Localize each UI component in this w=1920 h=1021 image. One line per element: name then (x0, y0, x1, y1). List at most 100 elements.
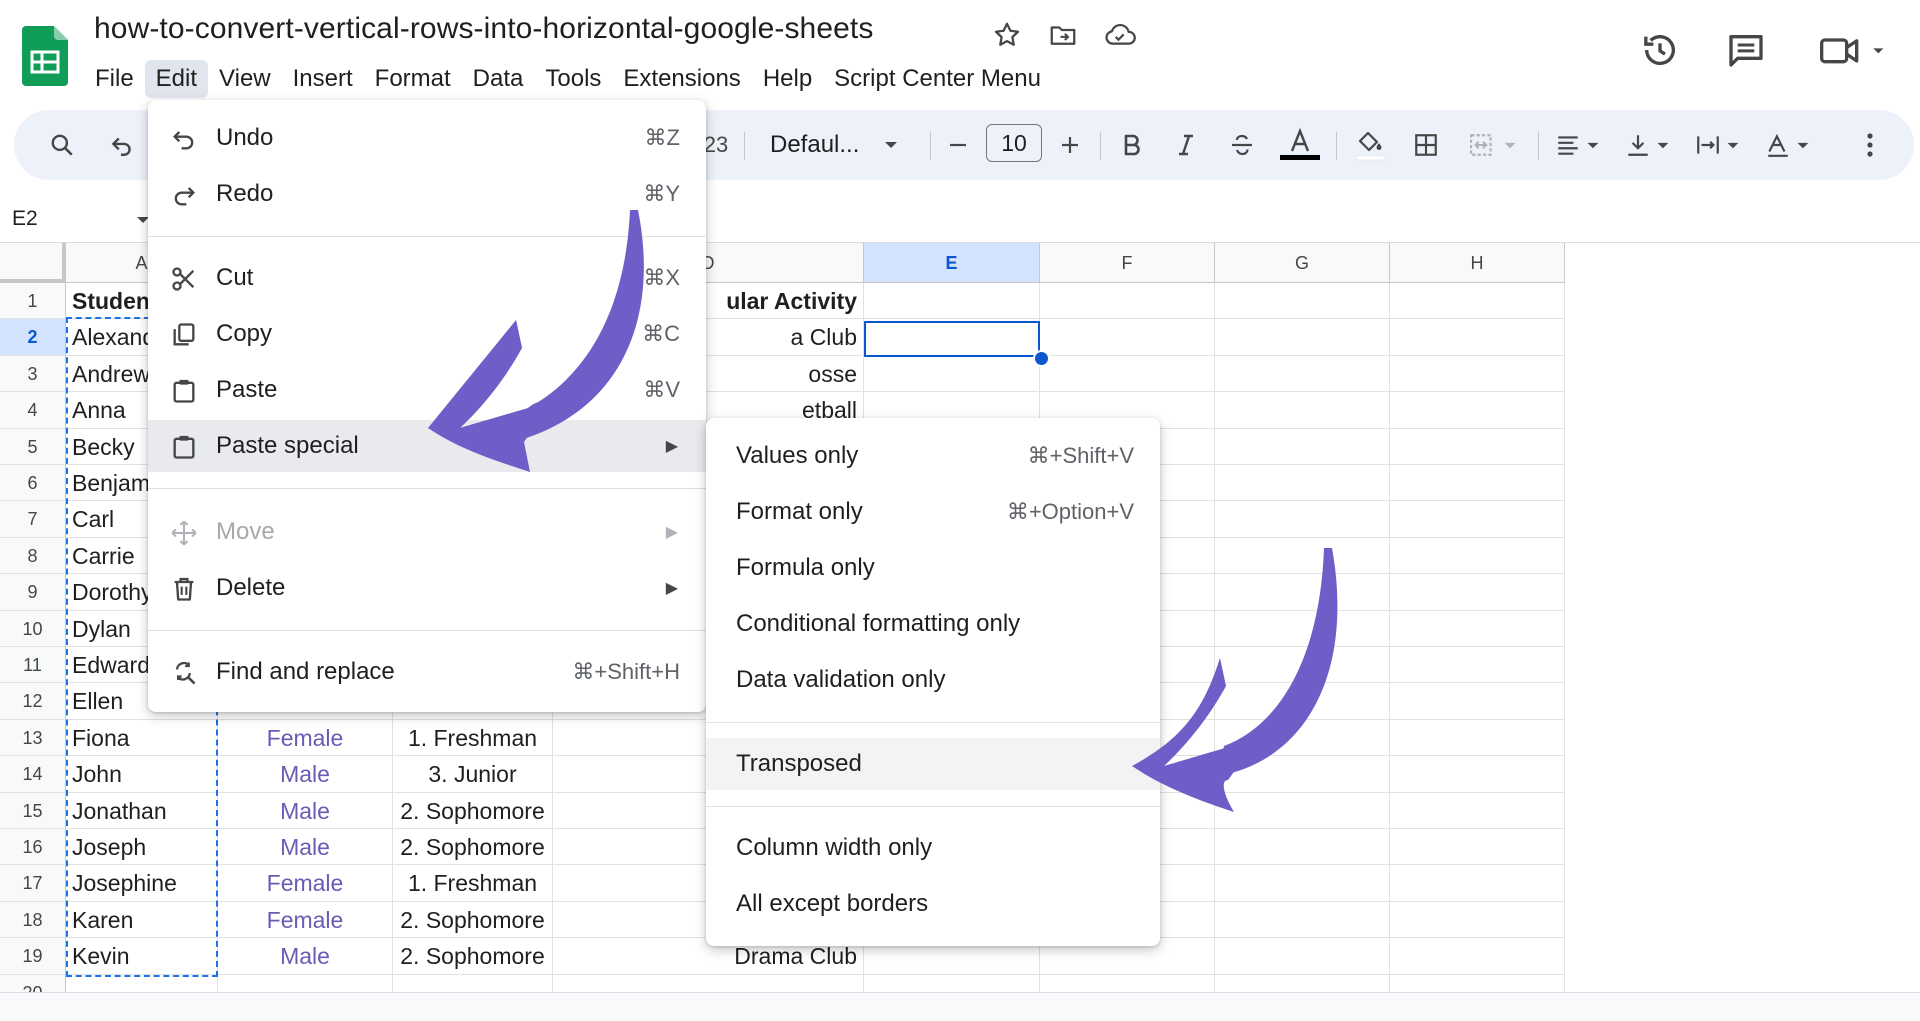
menu-view[interactable]: View (208, 60, 282, 98)
table-cell[interactable]: Female (218, 865, 393, 902)
menu-format[interactable]: Format (364, 60, 462, 98)
text-wrapping-icon[interactable] (1692, 110, 1750, 180)
table-cell[interactable]: Female (218, 901, 393, 939)
paste-data-validation-only[interactable]: Data validation only (706, 654, 1160, 706)
meet-call-icon[interactable] (1818, 30, 1892, 70)
row-header[interactable]: 10 (0, 610, 66, 647)
table-cell[interactable] (864, 974, 1040, 993)
table-cell[interactable] (1215, 865, 1390, 902)
menu-item-delete[interactable]: Delete ▶ (148, 562, 706, 614)
row-header[interactable]: 14 (0, 756, 66, 793)
table-cell[interactable] (1390, 428, 1565, 465)
table-cell[interactable] (1215, 392, 1390, 429)
decrease-font-size-icon[interactable] (942, 110, 974, 180)
table-cell[interactable]: 1. Freshman (393, 719, 553, 757)
table-cell[interactable]: Male (218, 938, 393, 975)
table-cell[interactable] (1215, 574, 1390, 611)
menu-item-paste[interactable]: Paste ⌘V (148, 364, 706, 416)
table-cell[interactable]: Kevin (66, 938, 218, 975)
row-header[interactable]: 13 (0, 719, 66, 757)
text-color-icon[interactable] (1280, 110, 1320, 180)
table-cell[interactable] (1215, 501, 1390, 538)
table-cell[interactable] (553, 974, 864, 993)
table-cell[interactable] (1040, 283, 1215, 320)
table-cell[interactable] (1390, 829, 1565, 866)
row-header[interactable]: 15 (0, 792, 66, 829)
text-rotation-icon[interactable] (1762, 110, 1820, 180)
font-size-input[interactable]: 10 (986, 124, 1042, 162)
borders-icon[interactable] (1408, 110, 1444, 180)
row-header[interactable]: 1 (0, 283, 66, 320)
menu-data[interactable]: Data (462, 60, 535, 98)
table-cell[interactable] (1390, 610, 1565, 647)
table-cell[interactable] (1215, 610, 1390, 647)
table-cell[interactable] (1390, 974, 1565, 993)
font-family-select[interactable]: Defaul... (770, 110, 920, 180)
table-cell[interactable] (1215, 901, 1390, 939)
select-all-corner[interactable] (0, 243, 66, 283)
table-cell[interactable] (1040, 974, 1215, 993)
table-cell[interactable]: 2. Sophomore (393, 792, 553, 829)
table-cell[interactable]: 2. Sophomore (393, 938, 553, 975)
menu-item-redo[interactable]: Redo ⌘Y (148, 168, 706, 220)
menu-item-cut[interactable]: Cut ⌘X (148, 252, 706, 304)
table-cell[interactable] (1390, 355, 1565, 393)
paste-format-only[interactable]: Format only ⌘+Option+V (706, 486, 1160, 538)
table-cell[interactable] (1390, 392, 1565, 429)
row-header[interactable]: 7 (0, 501, 66, 538)
table-cell[interactable] (1390, 537, 1565, 575)
comments-icon[interactable] (1726, 30, 1766, 70)
table-cell[interactable] (1390, 756, 1565, 793)
paste-transposed[interactable]: Transposed (706, 738, 1160, 790)
bold-icon[interactable] (1116, 110, 1148, 180)
column-header-h[interactable]: H (1390, 243, 1565, 283)
table-cell[interactable] (393, 974, 553, 993)
document-title[interactable]: how-to-convert-vertical-rows-into-horizo… (94, 12, 873, 46)
row-header[interactable]: 9 (0, 574, 66, 611)
cloud-saved-icon[interactable] (1104, 20, 1136, 50)
table-cell[interactable] (1390, 938, 1565, 975)
table-cell[interactable] (1390, 719, 1565, 757)
menu-tools[interactable]: Tools (534, 60, 612, 98)
menu-file[interactable]: File (84, 60, 145, 98)
horizontal-align-icon[interactable] (1552, 110, 1610, 180)
menu-insert[interactable]: Insert (282, 60, 364, 98)
column-header-e[interactable]: E (864, 243, 1040, 283)
menu-item-move[interactable]: Move ▶ (148, 506, 706, 558)
move-to-folder-icon[interactable] (1048, 20, 1078, 50)
table-cell[interactable] (1390, 501, 1565, 538)
table-cell[interactable]: Karen (66, 901, 218, 939)
table-cell[interactable] (864, 283, 1040, 320)
menu-item-undo[interactable]: Undo ⌘Z (148, 112, 706, 164)
paste-values-only[interactable]: Values only ⌘+Shift+V (706, 430, 1160, 482)
table-cell[interactable] (1390, 647, 1565, 684)
merge-cells-icon[interactable] (1464, 110, 1528, 180)
table-cell[interactable]: Fiona (66, 719, 218, 757)
row-header[interactable]: 8 (0, 537, 66, 575)
row-header[interactable]: 2 (0, 319, 66, 356)
star-icon[interactable] (992, 20, 1022, 50)
table-cell[interactable] (1215, 319, 1390, 356)
table-cell[interactable] (1390, 319, 1565, 356)
table-cell[interactable] (1390, 865, 1565, 902)
menu-script-center[interactable]: Script Center Menu (823, 60, 1052, 98)
name-box[interactable]: E2 (12, 202, 38, 236)
table-cell[interactable]: 3. Junior (393, 756, 553, 793)
table-cell[interactable] (1215, 938, 1390, 975)
menu-help[interactable]: Help (752, 60, 823, 98)
table-cell[interactable] (66, 974, 218, 993)
table-cell[interactable] (1215, 719, 1390, 757)
row-header[interactable]: 6 (0, 465, 66, 502)
menu-extensions[interactable]: Extensions (612, 60, 751, 98)
table-cell[interactable]: Jonathan (66, 792, 218, 829)
table-cell[interactable]: 2. Sophomore (393, 901, 553, 939)
table-cell[interactable] (218, 974, 393, 993)
vertical-align-icon[interactable] (1622, 110, 1680, 180)
table-cell[interactable] (1390, 465, 1565, 502)
table-cell[interactable] (1390, 901, 1565, 939)
row-header[interactable]: 11 (0, 647, 66, 684)
table-cell[interactable] (1215, 465, 1390, 502)
fill-handle[interactable] (1033, 350, 1050, 367)
increase-font-size-icon[interactable] (1054, 110, 1086, 180)
row-header[interactable]: 4 (0, 392, 66, 429)
